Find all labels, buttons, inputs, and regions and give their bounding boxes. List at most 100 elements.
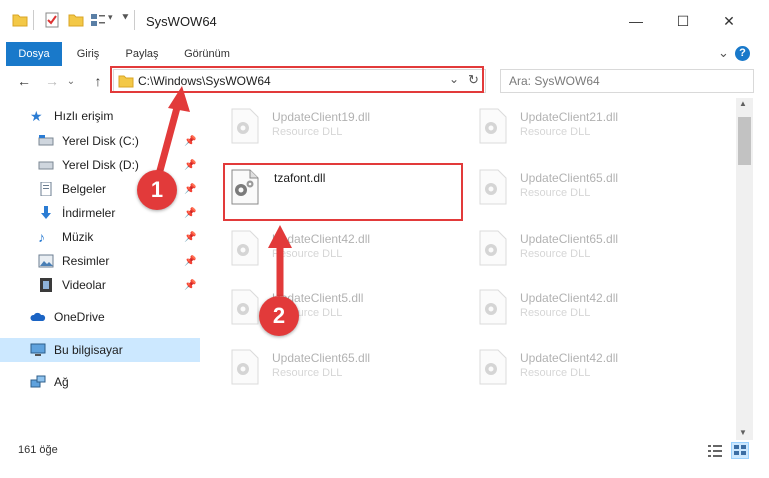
back-button[interactable]: ←	[14, 70, 34, 92]
properties-icon[interactable]	[44, 12, 60, 28]
tab-home[interactable]: Giriş	[68, 42, 108, 66]
file-item[interactable]: UpdateClient42.dll Resource DLL	[224, 224, 454, 276]
file-description: Resource DLL	[520, 367, 591, 379]
sidebar-item-disk-d[interactable]: Yerel Disk (D:) 📌	[0, 153, 200, 177]
customize-toolbar-icon[interactable]: ⯆	[121, 12, 130, 25]
file-description: Resource DLL	[520, 248, 591, 260]
sidebar-item-label: Resimler	[62, 254, 110, 268]
details-view-icon[interactable]	[708, 445, 722, 457]
sidebar-item-label: OneDrive	[54, 310, 105, 324]
file-description: Resource DLL	[520, 187, 591, 199]
network-icon	[30, 375, 46, 388]
file-highlight-box	[223, 163, 463, 221]
expand-ribbon-icon[interactable]: ⌄	[718, 45, 729, 61]
maximize-button[interactable]: ☐	[660, 0, 706, 42]
pin-icon[interactable]: 📌	[184, 280, 196, 291]
file-description: Resource DLL	[520, 307, 591, 319]
ribbon-tabs: Dosya Giriş Paylaş Görünüm ⌄ ?	[0, 42, 769, 67]
view-options-icon[interactable]	[90, 12, 106, 28]
help-icon[interactable]: ?	[735, 46, 750, 61]
status-bar: 161 öğe	[0, 440, 769, 464]
file-name: UpdateClient42.dll	[272, 232, 371, 246]
file-name: UpdateClient42.dll	[520, 351, 619, 365]
dll-file-icon	[231, 349, 259, 385]
file-name: UpdateClient65.dll	[520, 232, 619, 246]
recent-locations-button[interactable]: ⌄	[64, 70, 78, 92]
chevron-down-icon[interactable]: ▾	[108, 12, 113, 23]
close-icon: ✕	[723, 12, 735, 29]
file-name: UpdateClient19.dll	[272, 110, 371, 124]
dll-file-icon	[479, 108, 507, 144]
divider	[134, 10, 135, 30]
sidebar-item-pictures[interactable]: Resimler 📌	[0, 249, 200, 273]
scrollbar-thumb[interactable]	[738, 117, 751, 165]
computer-icon	[30, 343, 46, 356]
documents-icon	[40, 182, 52, 196]
forward-button[interactable]: →	[42, 70, 62, 92]
new-folder-icon[interactable]	[68, 12, 84, 28]
dll-file-icon	[479, 349, 507, 385]
sidebar-item-onedrive[interactable]: OneDrive	[0, 305, 200, 329]
file-description: Resource DLL	[272, 126, 343, 138]
pin-icon[interactable]: 📌	[184, 208, 196, 219]
star-icon: ★	[30, 108, 43, 124]
sidebar-item-quick-access[interactable]: ★ Hızlı erişim	[0, 104, 200, 128]
tab-share[interactable]: Paylaş	[118, 42, 166, 66]
file-item[interactable]: UpdateClient5.dll Resource DLL	[224, 283, 454, 335]
sidebar-item-disk-c[interactable]: Yerel Disk (C:) 📌	[0, 129, 200, 153]
file-item[interactable]: UpdateClient42.dll Resource DLL	[472, 343, 702, 395]
sidebar-item-label: Videolar	[62, 278, 106, 292]
sidebar-item-label: Bu bilgisayar	[54, 343, 123, 357]
file-name: UpdateClient42.dll	[520, 291, 619, 305]
minimize-icon: —	[629, 13, 643, 29]
file-item[interactable]: UpdateClient65.dll Resource DLL	[472, 224, 702, 276]
step-1-badge: 1	[137, 170, 177, 210]
pin-icon[interactable]: 📌	[184, 232, 196, 243]
file-item[interactable]: UpdateClient65.dll Resource DLL	[224, 343, 454, 395]
large-icons-view-button[interactable]	[731, 442, 749, 459]
sidebar-item-this-pc[interactable]: Bu bilgisayar	[0, 338, 200, 362]
tab-file[interactable]: Dosya	[6, 42, 62, 66]
dll-file-icon	[231, 230, 259, 266]
cloud-icon	[30, 312, 46, 321]
pin-icon[interactable]: 📌	[184, 136, 196, 147]
search-box[interactable]: Ara: SysWOW64	[500, 69, 754, 93]
file-description: Resource DLL	[272, 248, 343, 260]
sidebar-item-network[interactable]: Ağ	[0, 370, 200, 394]
pin-icon[interactable]: 📌	[184, 256, 196, 267]
file-item[interactable]: UpdateClient42.dll Resource DLL	[472, 283, 702, 335]
file-item[interactable]: UpdateClient19.dll Resource DLL	[224, 102, 454, 154]
back-arrow-icon: ←	[17, 73, 31, 89]
pin-icon[interactable]: 📌	[184, 184, 196, 195]
maximize-icon: ☐	[676, 12, 690, 29]
file-item[interactable]: UpdateClient21.dll Resource DLL	[472, 102, 702, 154]
dll-file-icon	[231, 108, 259, 144]
navigation-bar: ← → ⌄ ↑ C:\Windows\SysWOW64 ⌄ ↻ Ara: Sys…	[0, 66, 769, 96]
sidebar-item-label: Müzik	[62, 230, 94, 244]
up-button[interactable]: ↑	[88, 70, 108, 92]
drive-icon	[38, 161, 54, 170]
dll-file-icon	[479, 169, 507, 205]
up-arrow-icon: ↑	[94, 73, 102, 89]
item-count: 161 öğe	[18, 444, 58, 456]
sidebar-item-label: Hızlı erişim	[54, 109, 114, 123]
file-item[interactable]: UpdateClient65.dll Resource DLL	[472, 163, 702, 215]
sidebar-item-videos[interactable]: Videolar 📌	[0, 273, 200, 297]
pin-icon[interactable]: 📌	[184, 160, 196, 171]
dll-file-icon	[231, 289, 259, 325]
videos-icon	[40, 278, 52, 292]
tab-view[interactable]: Görünüm	[176, 42, 238, 66]
folder-icon	[12, 14, 28, 27]
drive-icon	[38, 135, 54, 146]
sidebar-item-music[interactable]: ♪ Müzik 📌	[0, 225, 200, 249]
file-name: UpdateClient65.dll	[520, 171, 619, 185]
title-bar: ▾ ⯆ SysWOW64 — ☐ ✕	[0, 0, 769, 42]
search-placeholder[interactable]: Ara: SysWOW64	[509, 74, 600, 88]
tiles-view-icon	[734, 445, 746, 455]
close-button[interactable]: ✕	[706, 0, 752, 42]
sidebar-item-label: İndirmeler	[62, 206, 116, 220]
scroll-down-icon[interactable]: ▼	[739, 428, 747, 437]
scroll-up-icon[interactable]: ▲	[739, 99, 747, 108]
file-description: Resource DLL	[272, 367, 343, 379]
minimize-button[interactable]: —	[613, 0, 659, 42]
